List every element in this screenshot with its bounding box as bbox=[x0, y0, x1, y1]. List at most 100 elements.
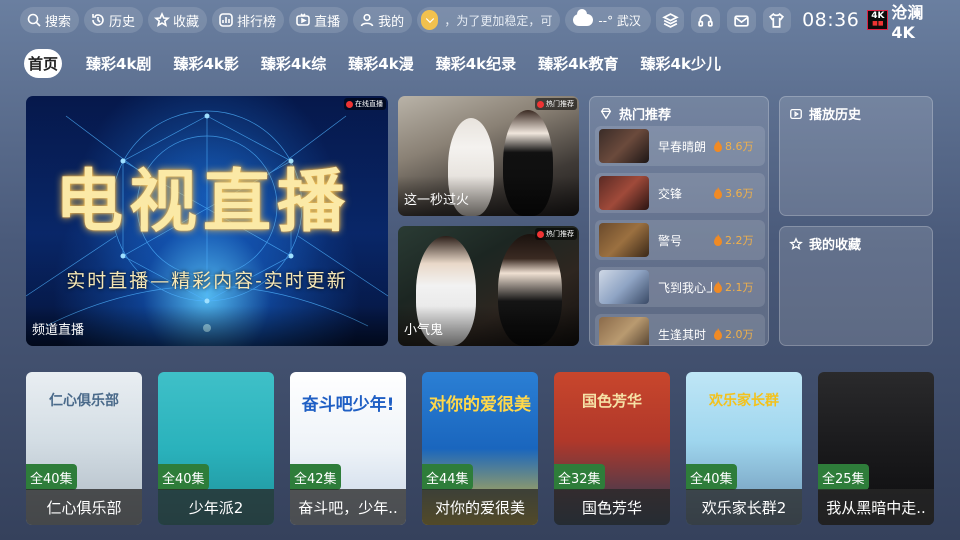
episode-badge: 全32集 bbox=[554, 464, 605, 490]
hot-badge-text: 热门推荐 bbox=[546, 230, 574, 238]
search-label: 搜索 bbox=[45, 14, 72, 30]
top-bar: 搜索 历史 收藏 排行榜 直播 我的 ，为了更加稳定，可 --° 武汉 08:3… bbox=[20, 3, 944, 42]
support-button[interactable] bbox=[691, 7, 720, 33]
poster-heading: 对你的爱很美 bbox=[429, 395, 531, 415]
star-icon bbox=[153, 11, 171, 29]
list-item[interactable]: 早春晴朗 8.6万 bbox=[595, 126, 765, 166]
mail-icon bbox=[734, 14, 749, 27]
notice-bar[interactable]: ，为了更加稳定，可 bbox=[417, 7, 561, 33]
poster-title: 少年派2 bbox=[158, 489, 274, 525]
poster-card[interactable]: 全25集 我从黑暗中走.. bbox=[818, 372, 934, 525]
favorites-panel-title: 我的收藏 bbox=[789, 234, 861, 253]
play-history-panel[interactable]: 播放历史 bbox=[779, 96, 933, 216]
poster-title: 国色芳华 bbox=[554, 489, 670, 525]
search-icon bbox=[25, 11, 43, 29]
layers-button[interactable] bbox=[655, 7, 685, 33]
hot-item-name: 交锋 bbox=[658, 186, 683, 201]
tab-drama[interactable]: 臻彩4k剧 bbox=[86, 49, 151, 78]
live-tv-banner[interactable]: 电视直播 实时直播—精彩内容-实时更新 在线直播 频道直播 bbox=[26, 96, 388, 346]
featured-card-2[interactable]: 热门推荐 小气鬼 bbox=[398, 226, 579, 346]
history-label: 历史 bbox=[109, 14, 136, 30]
poster-card[interactable]: 奋斗吧少年! 全42集 奋斗吧，少年.. bbox=[290, 372, 406, 525]
tab-documentary[interactable]: 臻彩4k纪录 bbox=[436, 49, 516, 78]
ranking-label: 排行榜 bbox=[237, 14, 277, 30]
history-panel-title-text: 播放历史 bbox=[809, 108, 862, 123]
tab-kids[interactable]: 臻彩4k少儿 bbox=[641, 49, 721, 78]
tab-variety[interactable]: 臻彩4k综 bbox=[261, 49, 326, 78]
tab-education[interactable]: 臻彩4k教育 bbox=[538, 49, 618, 78]
poster-card[interactable]: 仁心俱乐部 全40集 仁心俱乐部 bbox=[26, 372, 142, 525]
hot-item-count: 2.0万 bbox=[725, 328, 754, 341]
brand: 4K ■■ 沧澜4K bbox=[867, 0, 944, 42]
fire-icon bbox=[714, 281, 722, 293]
skin-button[interactable] bbox=[762, 7, 792, 33]
poster-title: 我从黑暗中走.. bbox=[818, 489, 934, 525]
brand-name: 沧澜4K bbox=[891, 2, 924, 42]
episode-badge: 全40集 bbox=[686, 464, 737, 490]
history-icon bbox=[89, 11, 107, 29]
poster-card[interactable]: 对你的爱很美 全44集 对你的爱很美 bbox=[422, 372, 538, 525]
list-item[interactable]: 交锋 3.6万 bbox=[595, 173, 765, 213]
mine-label: 我的 bbox=[378, 14, 405, 30]
list-item[interactable]: 警号 2.2万 bbox=[595, 220, 765, 260]
favorites-panel-title-text: 我的收藏 bbox=[809, 238, 862, 253]
hero-headline: 电视直播 bbox=[54, 162, 351, 242]
poster-card[interactable]: 欢乐家长群 全40集 欢乐家长群2 bbox=[686, 372, 802, 525]
message-button[interactable] bbox=[726, 7, 756, 33]
mine-button[interactable]: 我的 bbox=[353, 7, 413, 33]
clock: 08:36 bbox=[802, 9, 860, 31]
fire-icon bbox=[714, 234, 722, 246]
history-panel-title: 播放历史 bbox=[789, 104, 861, 123]
episode-badge: 全25集 bbox=[818, 464, 869, 490]
tshirt-icon bbox=[769, 12, 785, 28]
favorites-label: 收藏 bbox=[173, 14, 200, 30]
episode-badge: 全40集 bbox=[158, 464, 209, 490]
poster-title: 仁心俱乐部 bbox=[26, 489, 142, 525]
star-icon bbox=[789, 236, 803, 250]
poster-card[interactable]: 国色芳华 全32集 国色芳华 bbox=[554, 372, 670, 525]
list-item[interactable]: 飞到我心上 2.1万 bbox=[595, 267, 765, 307]
tab-anime[interactable]: 臻彩4k漫 bbox=[348, 49, 413, 78]
my-favorites-panel[interactable]: 我的收藏 bbox=[779, 226, 933, 346]
notice-text: ，为了更加稳定，可 bbox=[444, 13, 553, 28]
thumbnail bbox=[599, 223, 649, 257]
hot-item-name: 警号 bbox=[658, 233, 683, 248]
headset-icon bbox=[698, 13, 713, 27]
poster-heading: 奋斗吧少年! bbox=[301, 395, 395, 415]
ranking-button[interactable]: 排行榜 bbox=[212, 7, 285, 33]
tab-home[interactable]: 首页 bbox=[24, 49, 63, 78]
live-button[interactable]: 直播 bbox=[289, 7, 349, 33]
tab-movie[interactable]: 臻彩4k影 bbox=[173, 49, 238, 78]
hot-panel-title: 热门推荐 bbox=[599, 104, 671, 123]
poster-card[interactable]: 全40集 少年派2 bbox=[158, 372, 274, 525]
hot-badge: 热门推荐 bbox=[535, 228, 577, 240]
hot-item-count: 2.2万 bbox=[725, 234, 754, 247]
list-item[interactable]: 生逢其时 2.0万 bbox=[595, 314, 765, 345]
search-button[interactable]: 搜索 bbox=[20, 7, 80, 33]
hot-dot-icon bbox=[537, 230, 544, 238]
live-dot-icon bbox=[346, 100, 353, 108]
favorites-button[interactable]: 收藏 bbox=[148, 7, 208, 33]
thumbnail bbox=[599, 129, 649, 163]
weather-widget[interactable]: --° 武汉 bbox=[565, 7, 651, 33]
diamond-icon bbox=[600, 107, 612, 120]
brand-logo-icon: 4K ■■ bbox=[867, 10, 889, 30]
category-tabs: 首页 臻彩4k剧 臻彩4k影 臻彩4k综 臻彩4k漫 臻彩4k纪录 臻彩4k教育… bbox=[24, 49, 743, 78]
thumbnail bbox=[599, 176, 649, 210]
featured-card-1[interactable]: 热门推荐 这一秒过火 bbox=[398, 96, 579, 216]
tv-icon bbox=[294, 11, 312, 29]
episode-badge: 全40集 bbox=[26, 464, 77, 490]
poster-title: 欢乐家长群2 bbox=[686, 489, 802, 525]
hot-item-count: 2.1万 bbox=[725, 281, 754, 294]
poster-heading: 欢乐家长群 bbox=[709, 393, 779, 409]
poster-heading: 仁心俱乐部 bbox=[49, 393, 119, 409]
history-button[interactable]: 历史 bbox=[84, 7, 144, 33]
hot-dot-icon bbox=[537, 100, 544, 108]
live-badge-text: 在线直播 bbox=[355, 100, 383, 108]
live-badge: 在线直播 bbox=[344, 98, 386, 110]
hot-badge: 热门推荐 bbox=[535, 98, 577, 110]
hot-item-name: 飞到我心上 bbox=[658, 280, 712, 295]
live-label: 直播 bbox=[314, 14, 341, 30]
poster-title: 奋斗吧，少年.. bbox=[290, 489, 406, 525]
play-icon bbox=[790, 108, 802, 119]
